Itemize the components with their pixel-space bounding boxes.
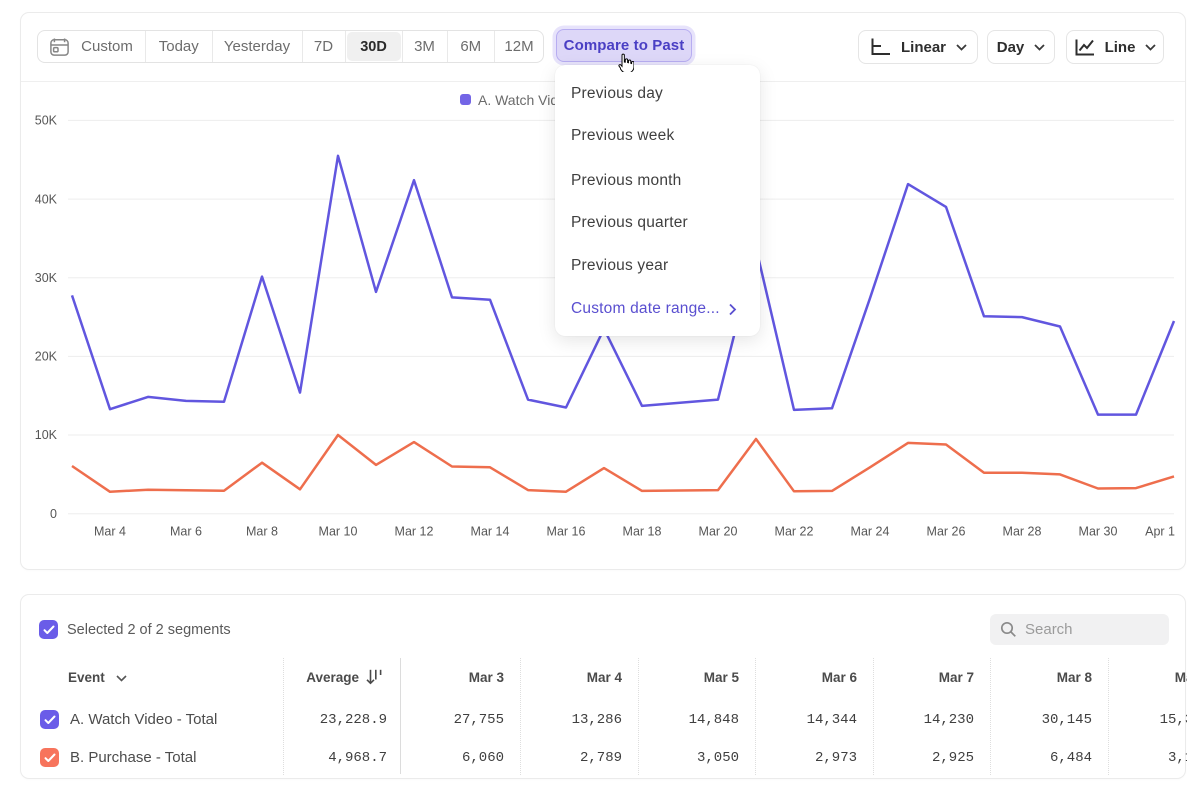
- svg-text:Mar 26: Mar 26: [927, 525, 966, 539]
- svg-text:Mar 30: Mar 30: [1079, 525, 1118, 539]
- svg-text:Mar 8: Mar 8: [246, 525, 278, 539]
- svg-text:Mar 10: Mar 10: [319, 525, 358, 539]
- svg-text:Mar 28: Mar 28: [1003, 525, 1042, 539]
- svg-text:Mar 18: Mar 18: [623, 525, 662, 539]
- svg-text:50K: 50K: [35, 114, 58, 128]
- svg-text:Mar 24: Mar 24: [851, 525, 890, 539]
- svg-text:Mar 22: Mar 22: [775, 525, 814, 539]
- svg-text:Mar 4: Mar 4: [94, 525, 126, 539]
- svg-text:Mar 6: Mar 6: [170, 525, 202, 539]
- svg-text:20K: 20K: [35, 350, 58, 364]
- svg-text:Apr 1: Apr 1: [1145, 525, 1175, 539]
- svg-text:10K: 10K: [35, 428, 58, 442]
- svg-text:Mar 16: Mar 16: [547, 525, 586, 539]
- svg-text:Mar 12: Mar 12: [395, 525, 434, 539]
- svg-text:30K: 30K: [35, 271, 58, 285]
- svg-text:Mar 20: Mar 20: [699, 525, 738, 539]
- svg-text:40K: 40K: [35, 192, 58, 206]
- svg-text:Mar 14: Mar 14: [471, 525, 510, 539]
- svg-text:0: 0: [50, 507, 57, 521]
